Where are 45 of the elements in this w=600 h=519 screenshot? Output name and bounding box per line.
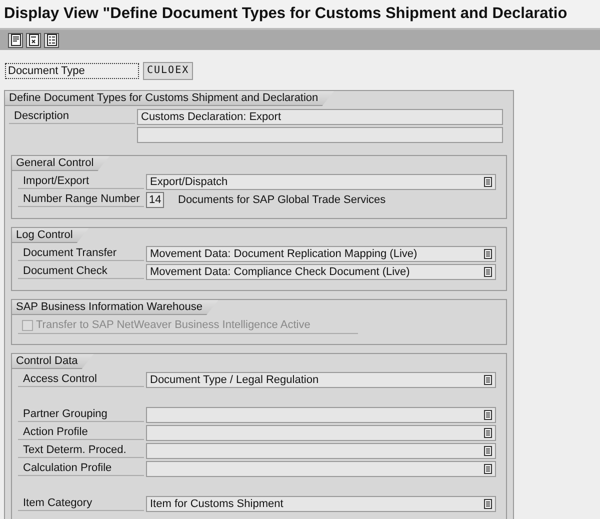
field-label: Description <box>9 109 135 124</box>
dropdown-field[interactable]: Movement Data: Document Replication Mapping (Live) <box>146 246 496 262</box>
field-label: Item Category <box>18 496 144 511</box>
field-label: Partner Grouping <box>18 407 144 422</box>
window-title: Display View "Define Document Types for Customs Shipment and Declaratio <box>0 0 600 30</box>
list-icon[interactable] <box>484 176 492 186</box>
dropdown-field[interactable] <box>146 406 496 422</box>
field-label: Access Control <box>18 372 144 387</box>
field-label: Number Range Number <box>18 192 144 207</box>
list-icon[interactable] <box>484 464 492 474</box>
list-icon[interactable] <box>484 498 492 508</box>
text-field[interactable]: Customs Declaration: Export <box>137 108 503 124</box>
field-description: Documents for SAP Global Trade Services <box>178 194 386 206</box>
number-field[interactable]: 14 <box>146 192 164 208</box>
field-label: Document Check <box>18 264 144 279</box>
group-title: Control Data <box>12 354 94 369</box>
list-icon[interactable] <box>484 248 492 258</box>
dropdown-field[interactable]: Document Type / Legal Regulation <box>146 372 496 388</box>
dropdown-field[interactable]: Movement Data: Compliance Check Document (Live) <box>146 264 496 280</box>
detail-view-button[interactable] <box>8 32 23 48</box>
field-label: Document Type <box>5 63 139 79</box>
group-title: Define Document Types for Customs Shipment and Declaration <box>5 91 334 106</box>
group-title: SAP Business Information Warehouse <box>12 300 218 315</box>
list-icon[interactable] <box>484 446 492 456</box>
text-field[interactable] <box>137 126 503 142</box>
list-icon[interactable] <box>484 428 492 438</box>
dropdown-field[interactable] <box>146 424 496 440</box>
field-label: Calculation Profile <box>18 461 144 476</box>
field-label: Text Determ. Proced. <box>18 443 144 458</box>
list-icon[interactable] <box>484 410 492 420</box>
document-type-field[interactable]: CULOEX <box>143 62 194 80</box>
document-button[interactable] <box>26 32 41 48</box>
field-label: Action Profile <box>18 425 144 440</box>
group-title: General Control <box>12 156 110 171</box>
dropdown-field[interactable] <box>146 460 496 476</box>
checkbox-label: Transfer to SAP NetWeaver Business Intelligence Active <box>36 319 310 331</box>
group-title: Log Control <box>12 228 89 243</box>
dropdown-field[interactable]: Export/Dispatch <box>146 174 496 190</box>
field-label: Import/Export <box>18 174 144 189</box>
list-view-button[interactable] <box>44 32 59 48</box>
dropdown-field[interactable]: Item for Customs Shipment <box>146 496 496 512</box>
list-icon[interactable] <box>484 266 492 276</box>
list-icon[interactable] <box>484 374 492 384</box>
field-label: Document Transfer <box>18 246 144 261</box>
dropdown-field[interactable] <box>146 442 496 458</box>
